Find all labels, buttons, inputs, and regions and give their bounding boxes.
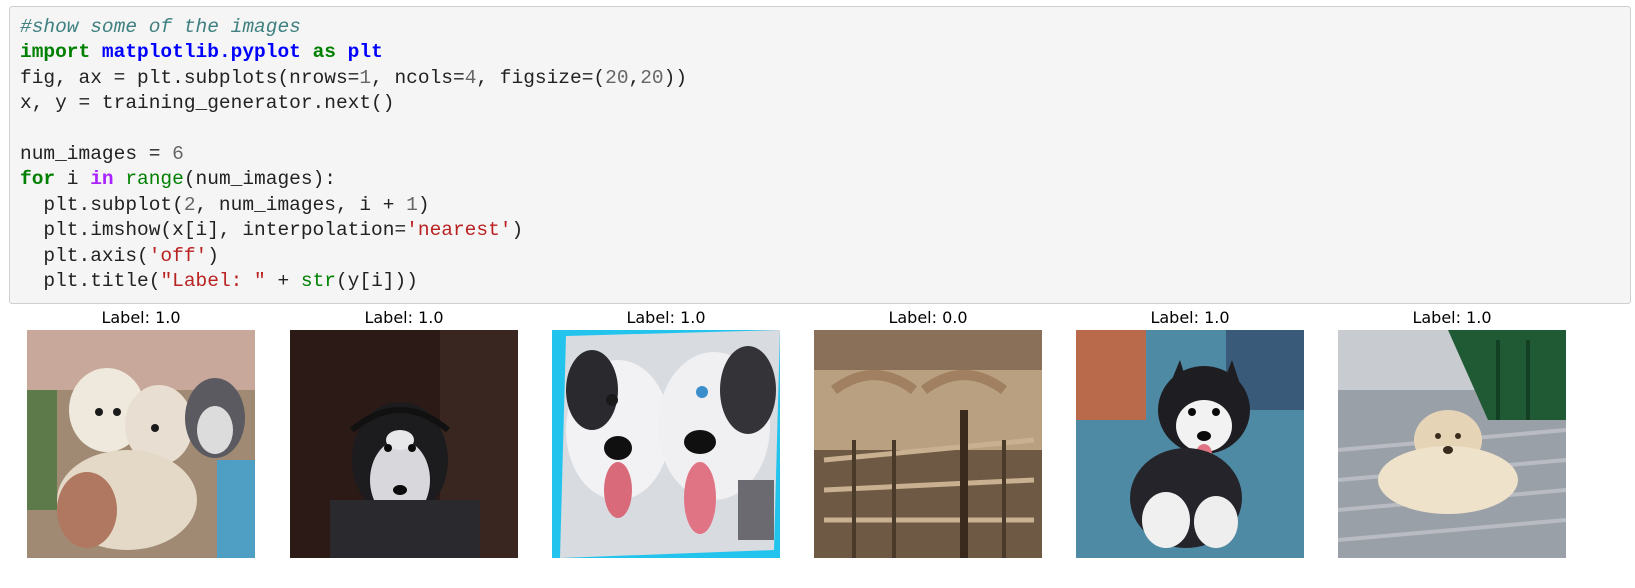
panel-title: Label: 1.0 [101, 308, 181, 327]
image-panel: Label: 1.0 [290, 304, 518, 558]
code-token: (num_images): [183, 168, 336, 191]
panel-title: Label: 1.0 [626, 308, 706, 327]
panel-title: Label: 1.0 [1412, 308, 1492, 327]
code-token: 1 [359, 66, 372, 89]
code-line: for i in range(num_images): [20, 167, 1620, 192]
code-token: plt.axis( [20, 244, 149, 267]
code-token: matplotlib.pyplot [101, 41, 301, 64]
image-panel: Label: 0.0 [814, 304, 1042, 558]
code-token: , ncols= [371, 66, 465, 89]
code-line: plt.title("Label: " + str(y[i])) [20, 269, 1620, 294]
panel-title: Label: 1.0 [364, 308, 444, 327]
code-token: + [265, 269, 301, 292]
code-token: (y[i])) [335, 269, 418, 292]
code-line: fig, ax = plt.subplots(nrows=1, ncols=4,… [20, 66, 1620, 91]
husky-puppy-sitting-photo [1076, 330, 1304, 558]
code-token: num_images = [20, 142, 173, 165]
code-token: as [312, 41, 336, 64]
code-line: plt.axis('off') [20, 244, 1620, 269]
code-token: 6 [172, 142, 184, 165]
output-area: Label: 1.0 Label: 1.0 Label: 1.0 Label: … [0, 304, 1635, 588]
image-panel: Label: 1.0 [552, 304, 780, 558]
code-token: str [300, 269, 336, 292]
code-token: 'off' [148, 244, 208, 267]
code-token: plt.imshow(x[i], interpolation= [20, 219, 407, 242]
code-token: 'nearest' [406, 219, 512, 242]
code-token: ) [511, 219, 524, 242]
code-token: 20 [605, 66, 629, 89]
fluffy-puppy-lying-photo [1338, 330, 1566, 558]
code-token: 1 [406, 193, 418, 216]
code-token: 2 [183, 193, 196, 216]
code-token: ) [207, 244, 219, 267]
code-token: )) [663, 66, 688, 89]
code-token: range [125, 168, 184, 191]
husky-puppies-held-photo [27, 330, 255, 558]
code-token: "Label: " [160, 269, 266, 292]
code-token: i [55, 168, 91, 191]
image-panel: Label: 1.0 [1076, 304, 1304, 558]
code-token: plt [347, 41, 383, 64]
code-line: plt.subplot(2, num_images, i + 1) [20, 193, 1620, 218]
code-token: plt.subplot( [20, 193, 184, 216]
code-line: import matplotlib.pyplot as plt [20, 40, 1620, 65]
code-line: ​ [20, 117, 1620, 142]
code-token: , [628, 66, 641, 89]
wooden-fence-room-photo [814, 330, 1042, 558]
code-token: #show some of the images [20, 16, 301, 38]
code-line: plt.imshow(x[i], interpolation='nearest'… [20, 218, 1620, 243]
panel-title: Label: 0.0 [888, 308, 968, 327]
code-token: 20 [640, 66, 664, 89]
code-editor[interactable]: #show some of the images import matplotli… [20, 15, 1620, 294]
code-token: ) [417, 193, 430, 216]
code-token: for [20, 168, 56, 191]
code-line: x, y = training_generator.next() [20, 91, 1620, 116]
image-panel: Label: 1.0 [27, 304, 255, 558]
two-huskies-closeup-photo [552, 330, 780, 558]
code-token: fig, ax = plt.subplots(nrows= [20, 66, 360, 89]
panel-title: Label: 1.0 [1150, 308, 1230, 327]
code-token: in [90, 168, 114, 191]
code-token: x, y = training_generator.next() [20, 92, 395, 115]
code-token: , num_images, i + [195, 193, 407, 216]
code-cell[interactable]: #show some of the images import matplotli… [9, 6, 1631, 304]
code-token: plt.title( [20, 269, 161, 292]
code-line: #show some of the images [20, 15, 1620, 40]
code-line: num_images = 6 [20, 142, 1620, 167]
code-token: import [20, 41, 91, 64]
image-panel: Label: 1.0 [1338, 304, 1566, 558]
husky-with-headphones-photo [290, 330, 518, 558]
code-token: 4 [464, 66, 477, 89]
code-token: , figsize=( [476, 66, 606, 89]
